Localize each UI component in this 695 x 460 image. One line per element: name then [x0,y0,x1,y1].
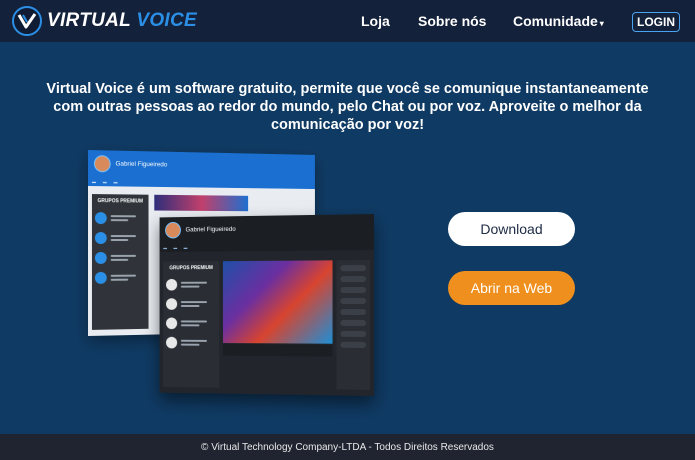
list-item [92,248,149,268]
mock-tabs: ▬ ▬ ▬ [159,240,374,253]
nav-link-sobre[interactable]: Sobre nós [418,0,486,42]
list-item [92,228,149,248]
avatar [93,154,111,172]
list-item [92,208,149,228]
brand-name: VIRTUAL VOICE [47,10,197,32]
mock-groups-panel: GRUPOS PREMIUM [91,194,149,330]
list-item [163,275,219,295]
brand-name-part1: VIRTUAL [47,10,131,31]
list-item [92,268,149,288]
mock-user-name: Gabriel Figueiredo [185,225,236,233]
brand-logo[interactable]: VIRTUAL VOICE [12,6,197,36]
footer: © Virtual Technology Company-LTDA - Todo… [0,434,695,460]
app-screenshot-front: Gabriel Figueiredo ▬ ▬ ▬ GRUPOS PREMIUM [159,214,374,396]
login-button[interactable]: LOGIN [632,12,680,32]
v-check-logo-icon [12,6,42,36]
mock-side-panel [336,260,371,390]
list-item [163,294,219,313]
nav-link-loja[interactable]: Loja [361,0,390,42]
nav-link-comunidade[interactable]: Comunidade ▾ [513,0,604,42]
footer-copyright: © Virtual Technology Company-LTDA - Todo… [201,441,494,453]
open-web-button[interactable]: Abrir na Web [448,271,575,305]
top-navbar: VIRTUAL VOICE Loja Sobre nós Comunidade … [0,0,695,42]
mock-media-image [222,260,333,344]
avatar [165,221,181,239]
mock-panel-title: GRUPOS PREMIUM [169,265,213,272]
mock-groups-panel: GRUPOS PREMIUM [163,261,220,388]
nav-link-comunidade-label: Comunidade [513,13,598,29]
mock-header: Gabriel Figueiredo [88,150,315,180]
mock-header: Gabriel Figueiredo [159,214,374,243]
mock-panel-title: GRUPOS PREMIUM [97,198,144,205]
download-button[interactable]: Download [448,212,575,246]
mock-media-controls [222,343,333,357]
mock-user-name: Gabriel Figueiredo [115,160,168,168]
chevron-down-icon: ▾ [599,18,604,28]
list-item [163,333,219,353]
brand-name-part2: VOICE [136,10,197,31]
list-item [163,314,219,334]
hero-description: Virtual Voice é um software gratuito, pe… [46,81,649,133]
mock-banner [154,194,249,212]
